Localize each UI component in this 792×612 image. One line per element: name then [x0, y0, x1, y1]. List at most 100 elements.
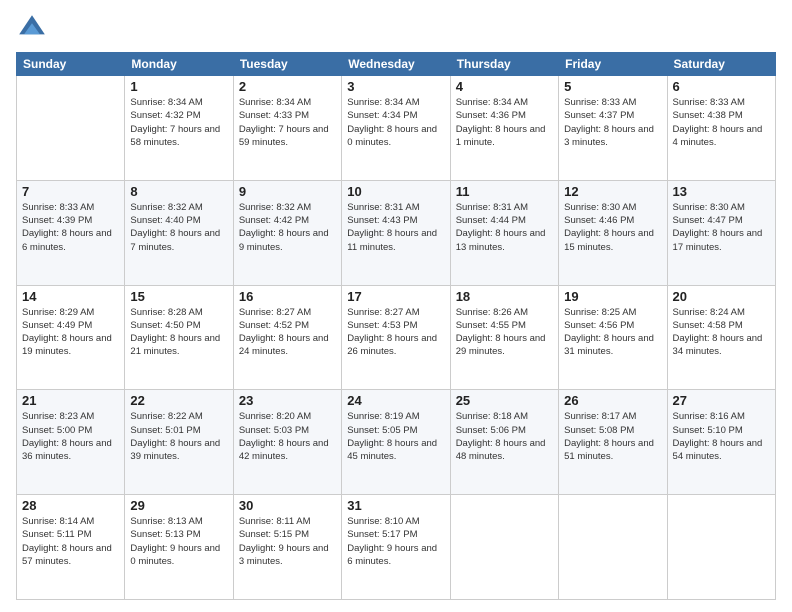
day-info: Sunrise: 8:10 AMSunset: 5:17 PMDaylight:… — [347, 515, 444, 568]
day-info: Sunrise: 8:13 AMSunset: 5:13 PMDaylight:… — [130, 515, 227, 568]
day-cell: 25 Sunrise: 8:18 AMSunset: 5:06 PMDayligh… — [450, 390, 558, 495]
day-info: Sunrise: 8:27 AMSunset: 4:52 PMDaylight:… — [239, 306, 336, 359]
day-info: Sunrise: 8:34 AMSunset: 4:34 PMDaylight:… — [347, 96, 444, 149]
day-info: Sunrise: 8:16 AMSunset: 5:10 PMDaylight:… — [673, 410, 770, 463]
day-cell: 28 Sunrise: 8:14 AMSunset: 5:11 PMDayligh… — [17, 495, 125, 600]
day-number: 4 — [456, 79, 553, 94]
day-cell: 17 Sunrise: 8:27 AMSunset: 4:53 PMDayligh… — [342, 285, 450, 390]
day-cell: 9 Sunrise: 8:32 AMSunset: 4:42 PMDaylight… — [233, 180, 341, 285]
weekday-header-sunday: Sunday — [17, 53, 125, 76]
day-cell: 20 Sunrise: 8:24 AMSunset: 4:58 PMDayligh… — [667, 285, 775, 390]
day-cell: 1 Sunrise: 8:34 AMSunset: 4:32 PMDaylight… — [125, 76, 233, 181]
day-number: 21 — [22, 393, 119, 408]
day-cell: 5Sunrise: 8:33 AMSunset: 4:37 PMDaylight… — [559, 76, 667, 181]
week-row-1: 1 Sunrise: 8:34 AMSunset: 4:32 PMDaylight… — [17, 76, 776, 181]
week-row-2: 7 Sunrise: 8:33 AMSunset: 4:39 PMDaylight… — [17, 180, 776, 285]
day-cell: 3 Sunrise: 8:34 AMSunset: 4:34 PMDaylight… — [342, 76, 450, 181]
day-info: Sunrise: 8:33 AMSunset: 4:39 PMDaylight:… — [22, 201, 119, 254]
day-cell: 18 Sunrise: 8:26 AMSunset: 4:55 PMDayligh… — [450, 285, 558, 390]
day-number: 22 — [130, 393, 227, 408]
day-cell: 11 Sunrise: 8:31 AMSunset: 4:44 PMDayligh… — [450, 180, 558, 285]
day-number: 14 — [22, 289, 119, 304]
calendar-table: SundayMondayTuesdayWednesdayThursdayFrid… — [16, 52, 776, 600]
day-info: Sunrise: 8:17 AMSunset: 5:08 PMDaylight:… — [564, 410, 661, 463]
day-cell: 21 Sunrise: 8:23 AMSunset: 5:00 PMDayligh… — [17, 390, 125, 495]
day-number: 5 — [564, 79, 661, 94]
day-number: 15 — [130, 289, 227, 304]
day-number: 9 — [239, 184, 336, 199]
header — [16, 12, 776, 44]
day-number: 1 — [130, 79, 227, 94]
day-cell: 8 Sunrise: 8:32 AMSunset: 4:40 PMDaylight… — [125, 180, 233, 285]
day-cell: 13 Sunrise: 8:30 AMSunset: 4:47 PMDayligh… — [667, 180, 775, 285]
day-info: Sunrise: 8:29 AMSunset: 4:49 PMDaylight:… — [22, 306, 119, 359]
day-number: 19 — [564, 289, 661, 304]
day-number: 8 — [130, 184, 227, 199]
day-info: Sunrise: 8:32 AMSunset: 4:42 PMDaylight:… — [239, 201, 336, 254]
day-info: Sunrise: 8:11 AMSunset: 5:15 PMDaylight:… — [239, 515, 336, 568]
day-info: Sunrise: 8:14 AMSunset: 5:11 PMDaylight:… — [22, 515, 119, 568]
day-info: Sunrise: 8:26 AMSunset: 4:55 PMDaylight:… — [456, 306, 553, 359]
day-number: 12 — [564, 184, 661, 199]
day-number: 2 — [239, 79, 336, 94]
day-cell: 31 Sunrise: 8:10 AMSunset: 5:17 PMDayligh… — [342, 495, 450, 600]
day-cell: 30Sunrise: 8:11 AMSunset: 5:15 PMDayligh… — [233, 495, 341, 600]
day-number: 26 — [564, 393, 661, 408]
logo-icon — [16, 12, 48, 44]
day-number: 3 — [347, 79, 444, 94]
day-cell — [17, 76, 125, 181]
weekday-header-wednesday: Wednesday — [342, 53, 450, 76]
day-info: Sunrise: 8:18 AMSunset: 5:06 PMDaylight:… — [456, 410, 553, 463]
day-info: Sunrise: 8:31 AMSunset: 4:44 PMDaylight:… — [456, 201, 553, 254]
day-info: Sunrise: 8:31 AMSunset: 4:43 PMDaylight:… — [347, 201, 444, 254]
day-cell: 19Sunrise: 8:25 AMSunset: 4:56 PMDayligh… — [559, 285, 667, 390]
day-number: 29 — [130, 498, 227, 513]
day-info: Sunrise: 8:20 AMSunset: 5:03 PMDaylight:… — [239, 410, 336, 463]
day-number: 23 — [239, 393, 336, 408]
day-cell: 16 Sunrise: 8:27 AMSunset: 4:52 PMDayligh… — [233, 285, 341, 390]
week-row-4: 21 Sunrise: 8:23 AMSunset: 5:00 PMDayligh… — [17, 390, 776, 495]
day-info: Sunrise: 8:32 AMSunset: 4:40 PMDaylight:… — [130, 201, 227, 254]
week-row-3: 14 Sunrise: 8:29 AMSunset: 4:49 PMDayligh… — [17, 285, 776, 390]
day-info: Sunrise: 8:27 AMSunset: 4:53 PMDaylight:… — [347, 306, 444, 359]
day-cell — [667, 495, 775, 600]
day-number: 25 — [456, 393, 553, 408]
day-number: 16 — [239, 289, 336, 304]
day-number: 17 — [347, 289, 444, 304]
day-number: 31 — [347, 498, 444, 513]
day-number: 13 — [673, 184, 770, 199]
day-cell: 7 Sunrise: 8:33 AMSunset: 4:39 PMDaylight… — [17, 180, 125, 285]
day-cell — [559, 495, 667, 600]
day-number: 10 — [347, 184, 444, 199]
logo — [16, 12, 52, 44]
day-info: Sunrise: 8:23 AMSunset: 5:00 PMDaylight:… — [22, 410, 119, 463]
day-cell: 4 Sunrise: 8:34 AMSunset: 4:36 PMDaylight… — [450, 76, 558, 181]
day-cell: 29 Sunrise: 8:13 AMSunset: 5:13 PMDayligh… — [125, 495, 233, 600]
day-number: 7 — [22, 184, 119, 199]
weekday-header-saturday: Saturday — [667, 53, 775, 76]
weekday-header-friday: Friday — [559, 53, 667, 76]
day-info: Sunrise: 8:24 AMSunset: 4:58 PMDaylight:… — [673, 306, 770, 359]
day-info: Sunrise: 8:30 AMSunset: 4:47 PMDaylight:… — [673, 201, 770, 254]
day-cell — [450, 495, 558, 600]
day-number: 18 — [456, 289, 553, 304]
day-cell: 6Sunrise: 8:33 AMSunset: 4:38 PMDaylight… — [667, 76, 775, 181]
day-info: Sunrise: 8:19 AMSunset: 5:05 PMDaylight:… — [347, 410, 444, 463]
week-row-5: 28 Sunrise: 8:14 AMSunset: 5:11 PMDayligh… — [17, 495, 776, 600]
day-cell: 22 Sunrise: 8:22 AMSunset: 5:01 PMDayligh… — [125, 390, 233, 495]
day-number: 6 — [673, 79, 770, 94]
day-info: Sunrise: 8:34 AMSunset: 4:36 PMDaylight:… — [456, 96, 553, 149]
day-info: Sunrise: 8:22 AMSunset: 5:01 PMDaylight:… — [130, 410, 227, 463]
day-number: 11 — [456, 184, 553, 199]
weekday-header-monday: Monday — [125, 53, 233, 76]
day-number: 28 — [22, 498, 119, 513]
day-info: Sunrise: 8:34 AMSunset: 4:32 PMDaylight:… — [130, 96, 227, 149]
day-info: Sunrise: 8:28 AMSunset: 4:50 PMDaylight:… — [130, 306, 227, 359]
day-number: 24 — [347, 393, 444, 408]
day-cell: 26 Sunrise: 8:17 AMSunset: 5:08 PMDayligh… — [559, 390, 667, 495]
day-number: 20 — [673, 289, 770, 304]
weekday-header-tuesday: Tuesday — [233, 53, 341, 76]
day-cell: 24 Sunrise: 8:19 AMSunset: 5:05 PMDayligh… — [342, 390, 450, 495]
weekday-header-thursday: Thursday — [450, 53, 558, 76]
day-cell: 23 Sunrise: 8:20 AMSunset: 5:03 PMDayligh… — [233, 390, 341, 495]
